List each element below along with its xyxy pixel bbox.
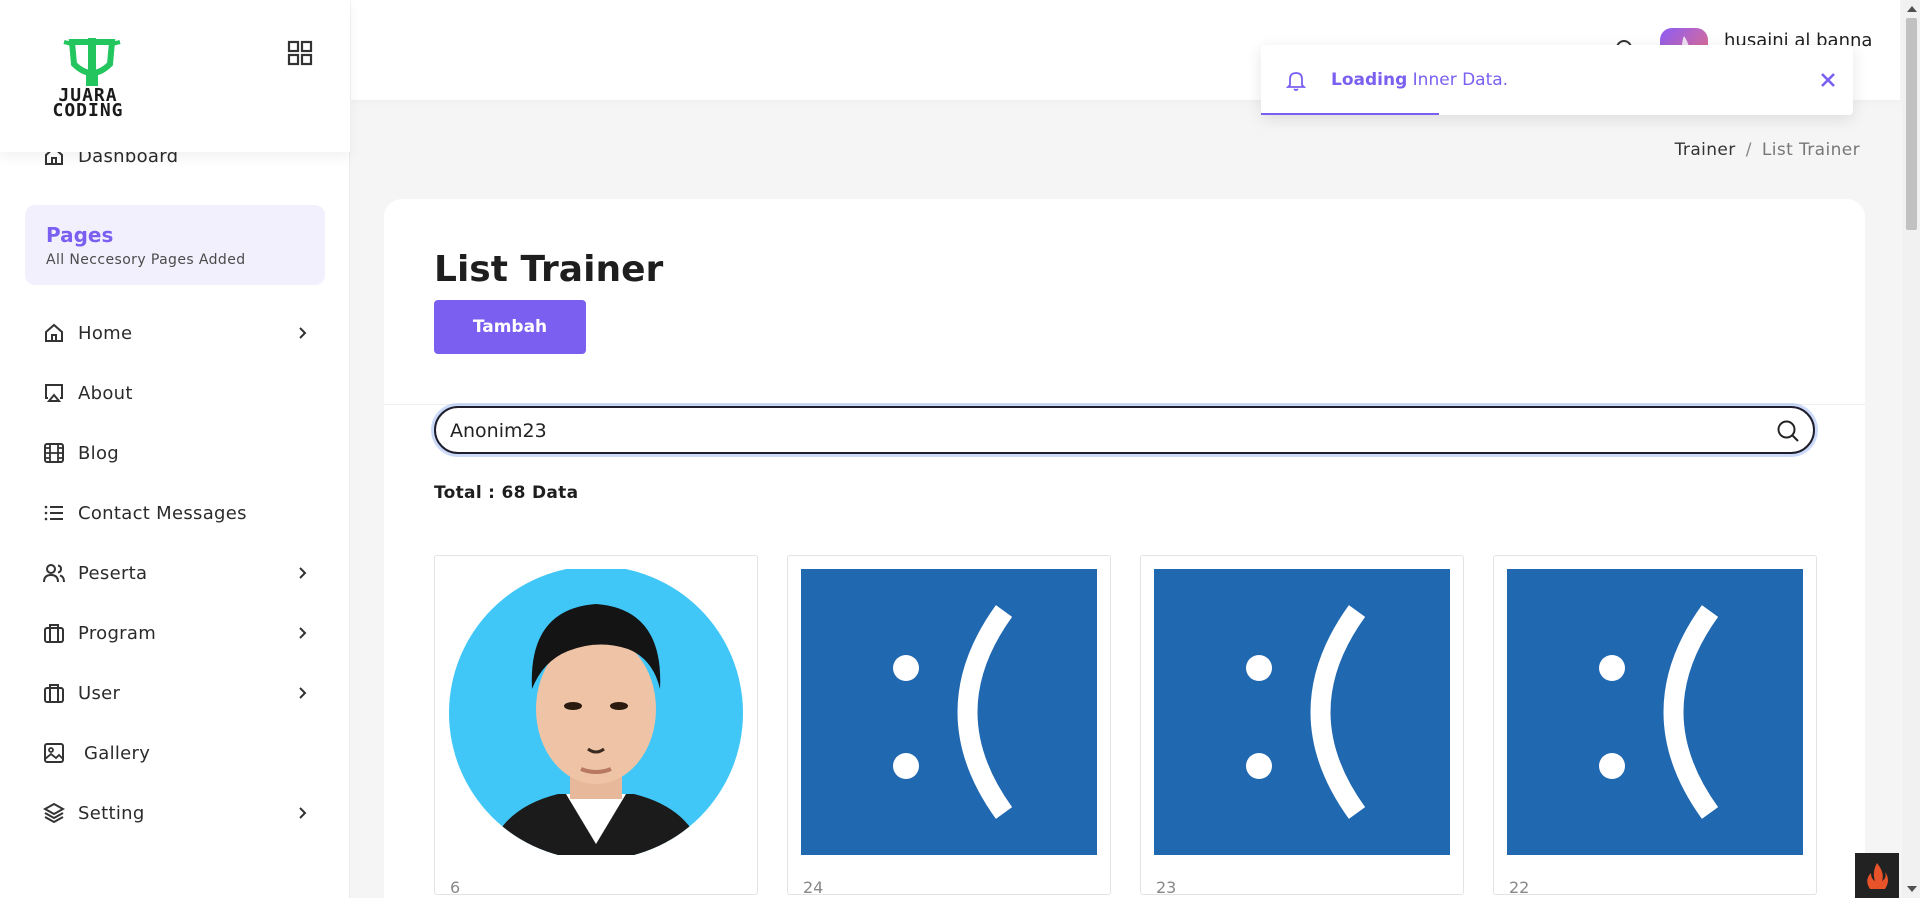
- toast-progress-bar: [1261, 113, 1439, 115]
- breadcrumb-separator: /: [1745, 140, 1752, 160]
- briefcase-icon: [44, 684, 64, 703]
- chevron-right-icon: [299, 687, 307, 699]
- close-icon[interactable]: [1819, 71, 1837, 89]
- trainer-card[interactable]: 22: [1493, 555, 1817, 897]
- scroll-down-arrow-icon[interactable]: [1907, 886, 1917, 892]
- page-title: List Trainer: [434, 249, 664, 290]
- grid-icon[interactable]: [287, 40, 313, 66]
- layers-icon: [43, 802, 65, 824]
- users-icon: [43, 564, 65, 583]
- trainer-photo: [801, 569, 1097, 855]
- sidebar-item-contact-messages[interactable]: Contact Messages: [0, 491, 350, 535]
- trainer-list-card: List Trainer Tambah Total : 68 Data: [384, 199, 1865, 898]
- page-scrollbar[interactable]: [1902, 0, 1920, 898]
- trainer-photo: [1154, 569, 1450, 855]
- sidebar-header: JUARA CODING: [0, 0, 350, 152]
- chevron-right-icon: [299, 567, 307, 579]
- loading-toast: Loading Inner Data.: [1261, 45, 1853, 115]
- trainer-card[interactable]: 6: [434, 555, 758, 897]
- chevron-right-icon: [299, 807, 307, 819]
- flame-icon: [1867, 863, 1888, 889]
- sidebar-item-setting[interactable]: Setting: [0, 791, 350, 835]
- breadcrumb: Trainer / List Trainer: [1675, 140, 1860, 160]
- brand-wordmark: JUARA CODING: [52, 85, 124, 121]
- breadcrumb-current: List Trainer: [1761, 140, 1860, 160]
- trainer-photo: [1507, 569, 1803, 855]
- sidebar-item-label: User: [78, 682, 121, 704]
- briefcase-icon: [44, 624, 64, 643]
- search-icon[interactable]: [1776, 419, 1800, 443]
- trainer-photo: [448, 569, 744, 855]
- sidebar-item-label: Peserta: [78, 562, 148, 584]
- trainer-id: 24: [803, 878, 824, 897]
- sidebar-item-user[interactable]: User: [0, 671, 350, 715]
- list-icon: [44, 505, 63, 521]
- sidebar-item-peserta[interactable]: Peserta: [0, 551, 350, 595]
- sad-face-placeholder: [1154, 569, 1450, 855]
- sidebar-item-label: Home: [78, 322, 133, 344]
- breadcrumb-trainer-link[interactable]: Trainer: [1675, 140, 1736, 160]
- scroll-thumb[interactable]: [1906, 18, 1917, 230]
- sidebar: JUARA CODING Dashboard Pages All Necceso…: [0, 0, 350, 898]
- sidebar-item-label: Program: [78, 622, 157, 644]
- home-icon: [45, 323, 63, 342]
- total-count: Total : 68 Data: [434, 483, 579, 503]
- toast-message: Loading Inner Data.: [1331, 70, 1509, 90]
- sidebar-item-label: About: [78, 382, 133, 404]
- sidebar-item-label: Contact Messages: [78, 502, 247, 524]
- pages-subtitle: All Neccesory Pages Added: [46, 252, 246, 268]
- pages-section: Pages All Neccesory Pages Added: [25, 205, 325, 285]
- divider: [384, 404, 1865, 405]
- sidebar-item-about[interactable]: About: [0, 371, 350, 415]
- sidebar-item-program[interactable]: Program: [0, 611, 350, 655]
- chevron-right-icon: [299, 327, 307, 339]
- trainer-id: 23: [1156, 878, 1177, 897]
- trainer-id: 22: [1509, 878, 1530, 897]
- devtools-toggle-button[interactable]: [1855, 853, 1899, 898]
- portrait-photo: [449, 569, 743, 855]
- sidebar-item-label: Setting: [78, 802, 145, 824]
- sidebar-item-blog[interactable]: Blog: [0, 431, 350, 475]
- sidebar-item-label: Blog: [78, 442, 119, 464]
- search-box: [434, 406, 1815, 454]
- pages-title: Pages: [46, 223, 114, 247]
- sad-face-placeholder: [801, 569, 1097, 855]
- chevron-right-icon: [299, 627, 307, 639]
- add-trainer-button[interactable]: Tambah: [434, 300, 586, 354]
- image-icon: [44, 743, 64, 763]
- sidebar-item-gallery[interactable]: Gallery: [0, 731, 350, 775]
- sidebar-item-home[interactable]: Home: [0, 311, 350, 355]
- scroll-up-arrow-icon[interactable]: [1907, 6, 1917, 12]
- trainer-card[interactable]: 23: [1140, 555, 1464, 897]
- sad-face-placeholder: [1507, 569, 1803, 855]
- search-input[interactable]: [450, 418, 1750, 444]
- airplay-icon: [45, 384, 63, 402]
- trainer-card[interactable]: 24: [787, 555, 1111, 897]
- bell-icon: [1285, 72, 1307, 91]
- trainer-id: 6: [450, 878, 461, 897]
- sidebar-item-label: Gallery: [84, 742, 151, 764]
- film-icon: [44, 443, 64, 463]
